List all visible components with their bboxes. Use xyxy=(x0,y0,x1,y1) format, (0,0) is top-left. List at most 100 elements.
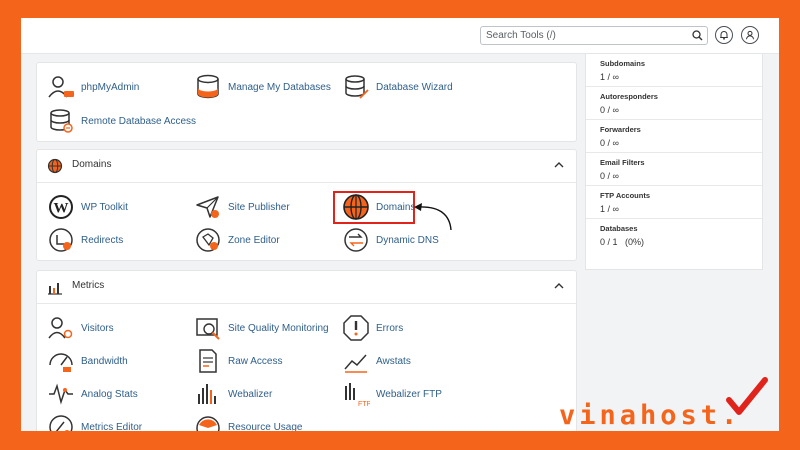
tool-label: Site Publisher xyxy=(228,201,290,213)
user-icon xyxy=(746,30,754,40)
globe-icon xyxy=(47,158,63,174)
paper-plane-icon xyxy=(196,196,219,218)
statistics-sidebar: Subdomains 1 / ∞ Autoresponders 0 / ∞ Fo… xyxy=(585,53,763,270)
domains-panel-title: Domains xyxy=(72,159,112,170)
tool-zone-editor[interactable]: Zone Editor xyxy=(194,226,280,254)
tool-awstats[interactable]: Awstats xyxy=(342,347,411,375)
stat-label: Subdomains xyxy=(600,59,646,68)
databases-panel: phpMyAdmin Manage My Databases Database … xyxy=(36,62,577,142)
stat-value: 0 / ∞ xyxy=(600,138,619,148)
metrics-editor-icon xyxy=(49,415,73,431)
visitors-icon xyxy=(48,317,73,339)
webalizer-ftp-icon: FTP xyxy=(345,383,370,408)
stat-ftp-accounts: FTP Accounts 1 / ∞ xyxy=(586,186,762,219)
domains-panel: Domains W WP Toolkit Site Publisher Doma… xyxy=(36,149,577,261)
wordpress-icon: W xyxy=(49,195,73,219)
tool-manage-my-databases[interactable]: Manage My Databases xyxy=(194,73,331,101)
stat-label: Autoresponders xyxy=(600,92,658,101)
stat-autoresponders: Autoresponders 0 / ∞ xyxy=(586,87,762,120)
bar-chart-icon xyxy=(48,283,62,295)
tool-webalizer[interactable]: Webalizer xyxy=(194,380,272,408)
stat-value: 1 / ∞ xyxy=(600,204,619,214)
stat-label: FTP Accounts xyxy=(600,191,651,200)
tool-label: Errors xyxy=(376,322,404,334)
stat-label: Email Filters xyxy=(600,158,645,167)
tool-resource-usage[interactable]: Resource Usage xyxy=(194,413,302,431)
database-wizard-icon xyxy=(345,75,369,99)
tool-webalizer-ftp[interactable]: FTP Webalizer FTP xyxy=(342,380,442,408)
stat-label: Databases xyxy=(600,224,638,233)
tool-label: Resource Usage xyxy=(228,421,303,432)
search-input[interactable] xyxy=(481,27,686,44)
tool-label: Redirects xyxy=(81,234,124,246)
raw-access-icon xyxy=(199,349,217,373)
phpmyadmin-icon xyxy=(48,76,74,98)
tool-label: Remote Database Access xyxy=(81,115,197,127)
tool-analog-stats[interactable]: Analog Stats xyxy=(47,380,138,408)
checkmark-logo-icon xyxy=(726,377,768,415)
tool-redirects[interactable]: Redirects xyxy=(47,226,123,254)
bell-icon xyxy=(720,31,728,40)
tool-phpmyadmin[interactable]: phpMyAdmin xyxy=(47,73,139,101)
tool-label: Awstats xyxy=(376,355,411,367)
tool-label: phpMyAdmin xyxy=(81,81,140,93)
user-menu-button[interactable] xyxy=(741,26,759,44)
tool-label: Manage My Databases xyxy=(228,81,331,93)
tool-label: Raw Access xyxy=(228,355,283,367)
annotation-arrow-icon xyxy=(414,203,452,231)
resource-usage-icon xyxy=(196,416,220,431)
tool-label: Metrics Editor xyxy=(81,421,143,432)
tool-visitors[interactable]: Visitors xyxy=(47,314,114,342)
webalizer-icon xyxy=(198,384,216,404)
tool-wp-toolkit[interactable]: W WP Toolkit xyxy=(47,193,128,221)
tool-label: WP Toolkit xyxy=(81,201,128,213)
tool-site-publisher[interactable]: Site Publisher xyxy=(194,193,290,221)
tool-metrics-editor[interactable]: Metrics Editor xyxy=(47,413,142,431)
stat-forwarders: Forwarders 0 / ∞ xyxy=(586,120,762,153)
stat-label: Forwarders xyxy=(600,125,641,134)
tool-label: Webalizer FTP xyxy=(376,388,442,400)
search-box[interactable] xyxy=(480,26,708,45)
metrics-panel-header[interactable]: Metrics xyxy=(37,271,576,304)
tool-bandwidth[interactable]: Bandwidth xyxy=(47,347,128,375)
database-icon xyxy=(197,74,219,99)
tool-raw-access[interactable]: Raw Access xyxy=(194,347,282,375)
cpanel-screen: phpMyAdmin Manage My Databases Database … xyxy=(21,18,779,431)
dynamic-dns-icon xyxy=(344,228,368,252)
analog-stats-icon xyxy=(49,383,73,405)
stat-value: 0 / ∞ xyxy=(600,105,619,115)
stat-value: 1 / ∞ xyxy=(600,72,619,82)
stat-databases: Databases 0 / 1 (0%) xyxy=(586,219,762,252)
tool-remote-database-access[interactable]: Remote Database Access xyxy=(47,107,196,135)
search-icon[interactable] xyxy=(692,30,703,41)
stat-email-filters: Email Filters 0 / ∞ xyxy=(586,153,762,186)
stat-subdomains: Subdomains 1 / ∞ xyxy=(586,54,762,87)
notifications-button[interactable] xyxy=(715,26,733,44)
tool-label: Database Wizard xyxy=(376,81,453,93)
chevron-up-icon[interactable] xyxy=(554,282,564,289)
domains-highlight-box xyxy=(333,191,415,224)
metrics-panel: Metrics Visitors Site Quality Monitoring xyxy=(36,270,577,431)
stat-value: 0 / 1 (0%) xyxy=(600,237,645,247)
tool-label: Zone Editor xyxy=(228,234,280,246)
awstats-icon xyxy=(344,354,367,373)
tool-errors[interactable]: Errors xyxy=(342,314,403,342)
bandwidth-icon xyxy=(49,353,73,372)
stat-value: 0 / ∞ xyxy=(600,171,619,181)
svg-text:FTP: FTP xyxy=(358,401,370,408)
metrics-panel-title: Metrics xyxy=(72,280,105,291)
redirect-icon xyxy=(49,228,73,252)
tool-database-wizard[interactable]: Database Wizard xyxy=(342,73,453,101)
tool-label: Bandwidth xyxy=(81,355,128,367)
top-bar xyxy=(21,18,779,54)
svg-text:W: W xyxy=(54,201,69,217)
tool-label: Visitors xyxy=(81,322,114,334)
remote-database-icon xyxy=(50,109,73,133)
domains-panel-header[interactable]: Domains xyxy=(37,150,576,183)
chevron-up-icon[interactable] xyxy=(554,161,564,168)
tool-site-quality-monitoring[interactable]: Site Quality Monitoring xyxy=(194,314,329,342)
vinahost-logo: vinahost. xyxy=(559,400,742,431)
tool-label: Analog Stats xyxy=(81,388,138,400)
zone-editor-icon xyxy=(196,228,220,252)
tool-label: Webalizer xyxy=(228,388,273,400)
